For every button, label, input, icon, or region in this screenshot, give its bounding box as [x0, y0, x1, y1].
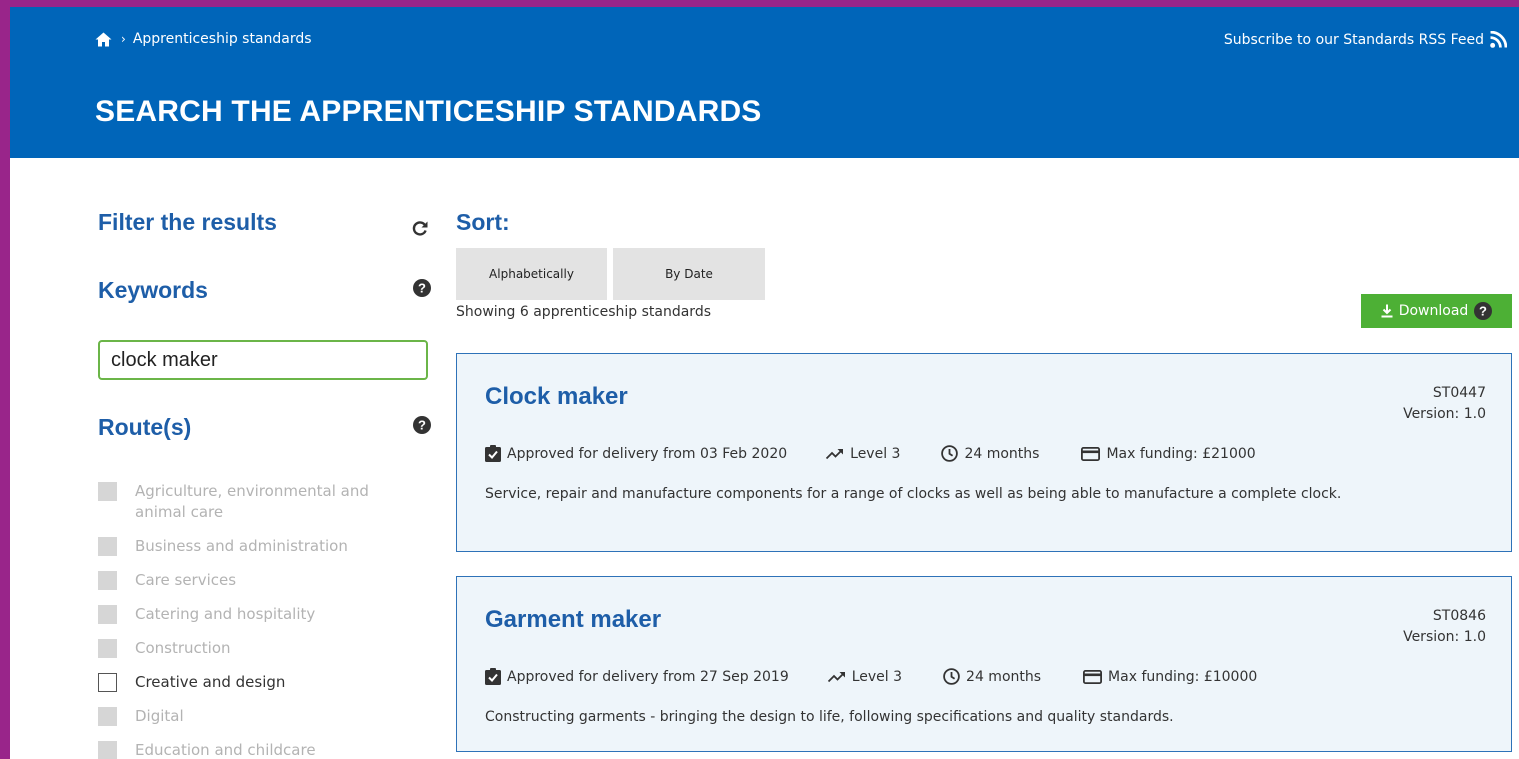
breadcrumb: › Apprenticeship standards	[95, 31, 312, 47]
level-text: Level 3	[850, 445, 901, 462]
help-icon[interactable]: ?	[1474, 302, 1493, 320]
route-checkbox-education: Education and childcare	[98, 740, 398, 759]
level-item: Level 3	[826, 446, 900, 462]
keywords-label: Keywords	[98, 277, 208, 303]
card-description: Constructing garments - bringing the des…	[485, 709, 1174, 725]
checkbox	[98, 605, 117, 624]
route-checkbox-construction: Construction	[98, 638, 398, 659]
checkbox	[98, 741, 117, 759]
page-title: SEARCH THE APPRENTICESHIP STANDARDS	[95, 95, 762, 128]
result-card[interactable]: Clock maker ST0447 Version: 1.0 Approved…	[456, 353, 1512, 552]
approved-item: Approved for delivery from 03 Feb 2020	[485, 445, 787, 462]
duration-text: 24 months	[964, 445, 1040, 462]
rss-subscribe-link[interactable]: Subscribe to our Standards RSS Feed	[1224, 31, 1507, 48]
card-meta: Approved for delivery from 27 Sep 2019 L…	[485, 668, 1257, 685]
checkbox	[98, 482, 117, 501]
keywords-input[interactable]	[98, 340, 428, 380]
help-icon[interactable]: ?	[413, 279, 431, 297]
clipboard-check-icon	[485, 668, 501, 685]
sort-by-date-button[interactable]: By Date	[613, 248, 765, 300]
clock-icon	[941, 445, 959, 462]
svg-text:?: ?	[418, 281, 426, 296]
route-label: Catering and hospitality	[135, 605, 316, 623]
route-label: Creative and design	[135, 673, 286, 691]
route-label: Construction	[135, 639, 231, 657]
card-reference: ST0846 Version: 1.0	[1403, 606, 1486, 648]
card-title[interactable]: Clock maker	[485, 383, 628, 411]
duration-item: 24 months	[943, 668, 1041, 685]
checkbox[interactable]	[98, 673, 117, 692]
trend-up-icon	[826, 448, 844, 459]
result-card[interactable]: Garment maker ST0846 Version: 1.0 Approv…	[456, 576, 1512, 752]
download-icon	[1381, 304, 1393, 318]
checkbox	[98, 571, 117, 590]
card-reference: ST0447 Version: 1.0	[1403, 383, 1486, 425]
funding-item: Max funding: £10000	[1083, 669, 1257, 685]
card-standard-id: ST0846	[1432, 608, 1486, 624]
sort-label: Sort:	[456, 209, 510, 235]
clipboard-check-icon	[485, 445, 501, 462]
approved-text: Approved for delivery from 27 Sep 2019	[507, 668, 789, 685]
route-label: Business and administration	[135, 537, 348, 555]
approved-text: Approved for delivery from 03 Feb 2020	[507, 445, 788, 462]
routes-label: Route(s)	[98, 414, 192, 440]
credit-card-icon	[1081, 446, 1101, 461]
funding-text: Max funding: £10000	[1108, 668, 1258, 685]
checkbox	[98, 639, 117, 658]
card-description: Service, repair and manufacture componen…	[485, 486, 1342, 502]
route-checkbox-care-services: Care services	[98, 570, 398, 591]
route-label: Digital	[135, 707, 184, 725]
route-label: Agriculture, environmental and animal ca…	[135, 482, 369, 521]
funding-text: Max funding: £21000	[1106, 445, 1256, 462]
card-meta: Approved for delivery from 03 Feb 2020 L…	[485, 445, 1256, 462]
breadcrumb-current[interactable]: Apprenticeship standards	[133, 31, 312, 47]
route-label: Care services	[135, 571, 237, 589]
download-label: Download	[1398, 303, 1469, 319]
download-button[interactable]: Download ?	[1361, 294, 1512, 328]
rss-label: Subscribe to our Standards RSS Feed	[1223, 31, 1484, 48]
approved-item: Approved for delivery from 27 Sep 2019	[485, 668, 789, 685]
page-header: › Apprenticeship standards Subscribe to …	[10, 7, 1519, 158]
duration-text: 24 months	[966, 668, 1042, 685]
route-checkbox-agriculture: Agriculture, environmental and animal ca…	[98, 481, 398, 523]
trend-up-icon	[827, 671, 845, 682]
level-item: Level 3	[827, 668, 903, 685]
page: › Apprenticeship standards Subscribe to …	[10, 7, 1519, 759]
route-label: Education and childcare	[135, 741, 316, 759]
svg-text:?: ?	[1479, 304, 1487, 319]
help-icon[interactable]: ?	[413, 416, 431, 434]
card-version: Version: 1.0	[1403, 629, 1486, 645]
route-checkbox-business: Business and administration	[98, 536, 398, 557]
funding-item: Max funding: £21000	[1081, 445, 1256, 462]
home-icon[interactable]	[95, 32, 112, 47]
credit-card-icon	[1083, 669, 1103, 684]
card-title[interactable]: Garment maker	[485, 606, 661, 634]
checkbox	[98, 707, 117, 726]
results-count: Showing 6 apprenticeship standards	[456, 304, 711, 320]
route-checkbox-catering: Catering and hospitality	[98, 604, 398, 625]
level-text: Level 3	[851, 668, 903, 685]
sort-alphabetically-button[interactable]: Alphabetically	[456, 248, 607, 300]
route-checkbox-creative-design[interactable]: Creative and design	[98, 672, 398, 693]
clock-icon	[943, 668, 960, 685]
card-version: Version: 1.0	[1403, 406, 1486, 422]
route-checkbox-digital: Digital	[98, 706, 398, 727]
breadcrumb-separator: ›	[121, 32, 126, 46]
rss-icon	[1490, 31, 1507, 48]
filter-title: Filter the results	[98, 209, 277, 235]
card-standard-id: ST0447	[1432, 385, 1486, 401]
svg-text:?: ?	[418, 418, 426, 433]
routes-list: Agriculture, environmental and animal ca…	[98, 481, 398, 759]
reset-filter-icon[interactable]	[412, 220, 428, 236]
checkbox	[98, 537, 117, 556]
duration-item: 24 months	[941, 445, 1039, 462]
